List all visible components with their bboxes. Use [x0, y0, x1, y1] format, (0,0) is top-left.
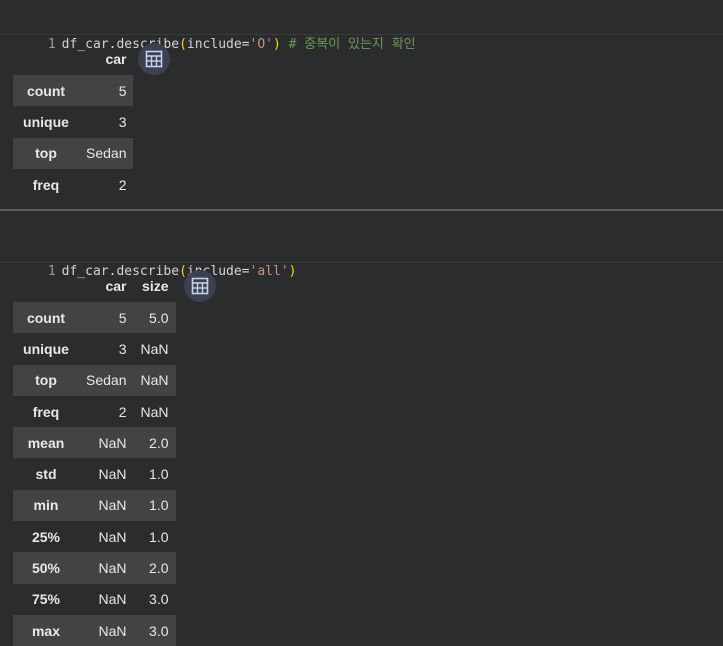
table-row: unique 3 NaN — [13, 333, 176, 364]
convert-to-interactive-table-button[interactable] — [184, 270, 216, 302]
row-index: freq — [32, 403, 60, 420]
table-cell: 5 — [79, 75, 134, 107]
row-index: 25% — [31, 528, 61, 545]
convert-to-interactive-table-button[interactable] — [138, 43, 170, 75]
code-cell-2[interactable]: 1 df_car.describe(include='all') — [0, 227, 723, 279]
table-cell: NaN — [98, 591, 127, 608]
table-row: std NaN 1.0 — [13, 458, 176, 489]
table-row: count 5 — [13, 75, 134, 107]
table-cell: Sedan — [79, 137, 134, 169]
table-header-row: car size — [13, 270, 176, 302]
table-cell: 2 — [118, 403, 127, 420]
table-cell: NaN — [140, 403, 169, 420]
row-index: top — [13, 364, 79, 396]
table-row: 75% NaN 3.0 — [13, 584, 176, 615]
row-index: unique — [23, 113, 69, 130]
row-index: count — [13, 75, 79, 107]
table-cell: 1.0 — [149, 528, 169, 545]
table-cell: 2.0 — [133, 427, 176, 459]
table-grid-icon — [191, 277, 209, 295]
cell-separator — [0, 209, 723, 211]
table-row: count 5 5.0 — [13, 302, 176, 334]
table-cell: 1.0 — [133, 489, 176, 522]
row-index: 75% — [31, 591, 61, 608]
table-cell: NaN — [79, 552, 134, 584]
table-row: mean NaN 2.0 — [13, 427, 176, 459]
index-header — [13, 270, 79, 302]
table-row: max NaN 3.0 — [13, 614, 176, 646]
column-header: size — [142, 278, 169, 294]
table-cell: 5.0 — [133, 302, 176, 334]
table-row: top Sedan NaN — [13, 364, 176, 396]
table-row: top Sedan — [13, 137, 134, 169]
column-header: car — [105, 278, 127, 294]
table-header-row: car — [13, 43, 133, 75]
table-cell: NaN — [98, 466, 127, 483]
row-index: std — [35, 466, 57, 483]
row-index: 50% — [13, 552, 79, 584]
column-header: car — [105, 51, 127, 67]
table-row: min NaN 1.0 — [13, 489, 176, 522]
table-cell: 2 — [118, 176, 127, 193]
table-row: 50% NaN 2.0 — [13, 552, 176, 584]
row-index: unique — [23, 340, 69, 357]
table-cell: 3.0 — [149, 591, 169, 608]
table-cell: 2.0 — [133, 552, 176, 584]
table-cell: 5 — [79, 302, 134, 334]
table-cell: 3 — [118, 113, 127, 130]
table-cell: NaN — [79, 614, 134, 646]
dataframe-output-2: car size count 5 5.0 unique 3 NaN top Se… — [13, 270, 176, 646]
table-cell: NaN — [140, 340, 169, 357]
row-index: freq — [32, 176, 60, 193]
table-row: freq 2 — [13, 169, 133, 200]
output-divider — [0, 262, 723, 263]
table-cell: 3 — [118, 340, 127, 357]
table-cell: Sedan — [79, 364, 134, 396]
table-cell: NaN — [79, 489, 134, 522]
table-cell: 1.0 — [149, 466, 169, 483]
table-cell: NaN — [98, 528, 127, 545]
table-row: freq 2 NaN — [13, 396, 176, 427]
code-cell-1[interactable]: 1 df_car.describe(include='O') # 중복이 있는지 … — [0, 0, 723, 52]
table-cell: NaN — [133, 364, 176, 396]
index-header — [13, 43, 79, 75]
table-grid-icon — [145, 50, 163, 68]
table-cell: 3.0 — [133, 614, 176, 646]
row-index: mean — [13, 427, 79, 459]
table-row: unique 3 — [13, 106, 133, 137]
output-divider — [0, 34, 723, 35]
table-cell: NaN — [79, 427, 134, 459]
table-row: 25% NaN 1.0 — [13, 521, 176, 552]
row-index: min — [13, 489, 79, 522]
dataframe-output-1: car count 5 unique 3 top Sedan freq 2 — [13, 43, 134, 200]
row-index: top — [13, 137, 79, 169]
row-index: max — [13, 614, 79, 646]
row-index: count — [13, 302, 79, 334]
